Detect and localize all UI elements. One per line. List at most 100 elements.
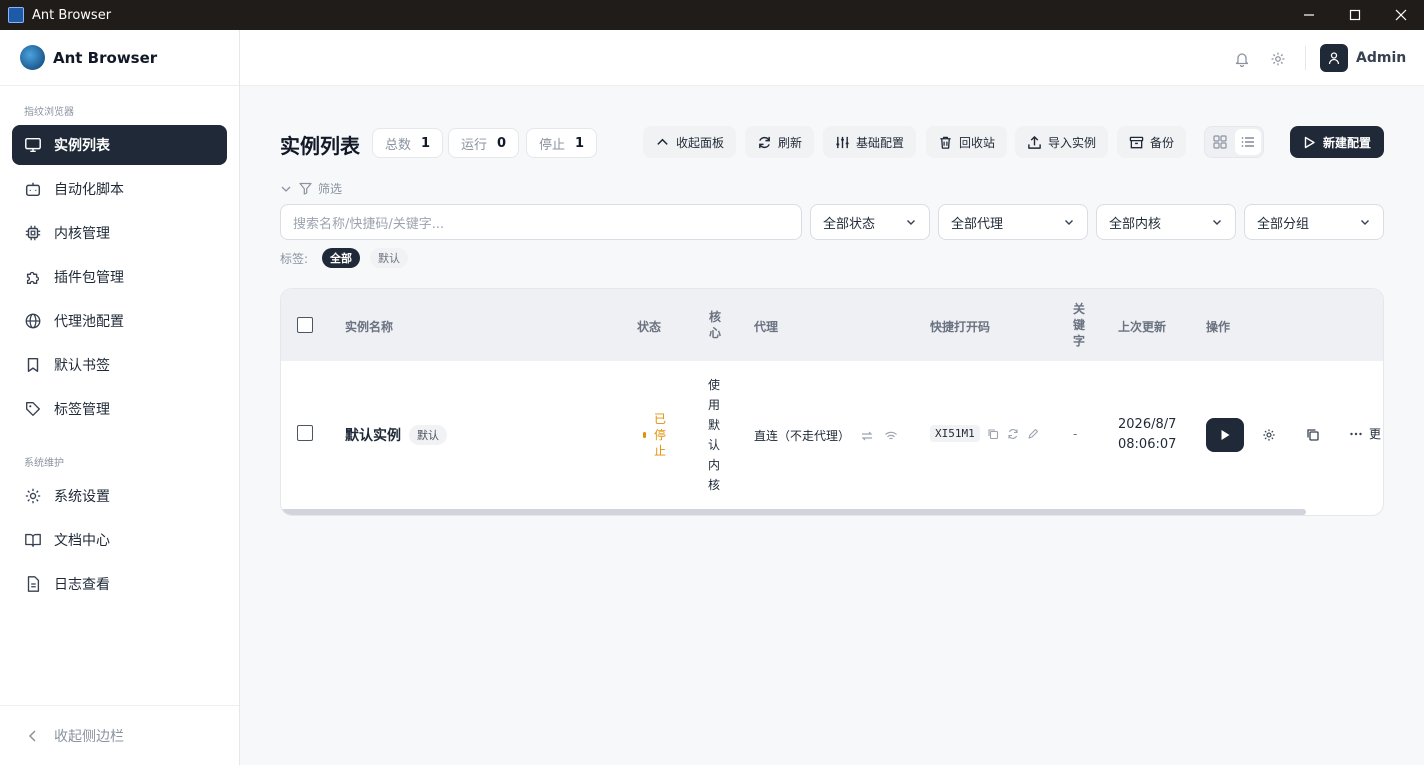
row-checkbox[interactable]: [297, 425, 313, 441]
sidebar-item-tags[interactable]: 标签管理: [12, 389, 227, 429]
instance-name[interactable]: 默认实例: [345, 425, 401, 445]
new-config-button[interactable]: 新建配置: [1290, 126, 1384, 158]
horizontal-scrollbar[interactable]: [281, 509, 1306, 515]
recycle-bin-button[interactable]: 回收站: [926, 126, 1008, 158]
proxy-select[interactable]: 全部代理: [938, 204, 1088, 240]
stat-value: 1: [575, 135, 585, 151]
select-value: 全部代理: [951, 216, 1004, 232]
collapse-panel-button[interactable]: 收起面板: [643, 126, 737, 158]
regenerate-icon[interactable]: [1007, 428, 1019, 440]
view-toggle: [1204, 126, 1264, 158]
col-core: 核心: [709, 310, 722, 340]
switch-proxy-icon[interactable]: [860, 429, 874, 443]
sidebar-item-label: 系统设置: [54, 489, 110, 505]
collapse-sidebar-label: 收起侧边栏: [54, 728, 124, 745]
select-value: 全部状态: [823, 216, 876, 232]
monitor-icon: [25, 137, 41, 153]
clone-button[interactable]: [1303, 425, 1323, 445]
sidebar-item-logs[interactable]: 日志查看: [12, 564, 227, 604]
sidebar-item-instances[interactable]: 实例列表: [12, 125, 227, 165]
sidebar-item-label: 标签管理: [54, 402, 110, 418]
instance-settings-button[interactable]: [1259, 425, 1279, 445]
title-bar: Ant Browser: [0, 0, 1424, 30]
launch-code: XI51M1: [930, 425, 980, 442]
upload-icon: [1028, 135, 1041, 149]
minimize-icon: [1304, 14, 1314, 16]
select-all-checkbox[interactable]: [297, 317, 313, 333]
archive-icon: [1129, 136, 1144, 148]
search-input[interactable]: 搜索名称/快捷码/关键字...: [280, 204, 802, 240]
fingerprint-logo-icon: [20, 45, 45, 70]
launch-button[interactable]: [1206, 418, 1244, 452]
maximize-button[interactable]: [1332, 0, 1378, 30]
chevron-down-icon: [907, 220, 915, 225]
sidebar-item-cores[interactable]: 内核管理: [12, 213, 227, 253]
edit-icon[interactable]: [1027, 428, 1039, 440]
collapse-sidebar-button[interactable]: 收起侧边栏: [0, 705, 239, 765]
stat-total: 总数 1: [372, 128, 444, 158]
button-label: 导入实例: [1048, 135, 1097, 150]
sidebar-item-label: 实例列表: [54, 138, 110, 154]
chevron-down-icon: [1213, 220, 1221, 225]
settings-button[interactable]: [1267, 48, 1289, 70]
grid-icon: [1213, 135, 1227, 149]
notifications-button[interactable]: [1231, 48, 1253, 70]
bookmark-icon: [27, 357, 39, 373]
wifi-icon[interactable]: [884, 429, 898, 443]
stat-running: 运行 0: [448, 128, 520, 158]
chevron-down-icon: [1361, 220, 1369, 225]
window-title: Ant Browser: [32, 7, 112, 23]
sliders-icon: [836, 136, 849, 148]
refresh-icon: [759, 136, 770, 148]
book-open-icon: [25, 533, 41, 547]
grid-view-button[interactable]: [1207, 129, 1233, 155]
gear-icon: [1263, 429, 1275, 441]
more-label: 更: [1369, 427, 1382, 441]
avatar: [1320, 44, 1348, 72]
user-menu[interactable]: Admin: [1320, 44, 1406, 72]
maximize-icon: [1349, 9, 1361, 21]
sidebar-item-label: 日志查看: [54, 577, 110, 593]
tag-chip-default[interactable]: 默认: [370, 248, 409, 268]
backup-button[interactable]: 备份: [1117, 126, 1187, 158]
sidebar-item-label: 默认书签: [54, 358, 110, 374]
more-button[interactable]: 更: [1349, 425, 1381, 442]
button-label: 收起面板: [676, 135, 725, 150]
top-header: Admin: [240, 30, 1424, 86]
sidebar-item-settings[interactable]: 系统设置: [12, 476, 227, 516]
file-text-icon: [27, 576, 40, 592]
core-select[interactable]: 全部内核: [1096, 204, 1236, 240]
tag-filter: 标签: 全部 默认: [280, 248, 409, 268]
filter-toggle[interactable]: 筛选: [280, 180, 342, 197]
sidebar-item-proxy-pool[interactable]: 代理池配置: [12, 301, 227, 341]
import-instance-button[interactable]: 导入实例: [1015, 126, 1109, 158]
sidebar-item-plugins[interactable]: 插件包管理: [12, 257, 227, 297]
button-label: 备份: [1150, 135, 1175, 150]
group-select[interactable]: 全部分组: [1244, 204, 1384, 240]
gear-icon: [25, 488, 41, 504]
close-button[interactable]: [1378, 0, 1424, 30]
updated-date: 2026/8/7: [1118, 417, 1177, 432]
core-text: 使用默认内核: [708, 378, 721, 492]
minimize-button[interactable]: [1286, 0, 1332, 30]
refresh-button[interactable]: 刷新: [745, 126, 815, 158]
section-title-browser: 指纹浏览器: [24, 107, 74, 118]
section-title-system: 系统维护: [24, 458, 64, 469]
sidebar-item-bookmarks[interactable]: 默认书签: [12, 345, 227, 385]
tags-label: 标签:: [280, 251, 309, 266]
button-label: 刷新: [778, 135, 803, 150]
list-view-button[interactable]: [1235, 129, 1261, 155]
sidebar-item-label: 文档中心: [54, 533, 110, 549]
proxy-text: 直连（不走代理）: [754, 429, 851, 443]
sidebar-item-label: 自动化脚本: [54, 182, 124, 198]
sidebar-item-scripts[interactable]: 自动化脚本: [12, 169, 227, 209]
status-select[interactable]: 全部状态: [810, 204, 930, 240]
tag-chip-all[interactable]: 全部: [322, 248, 361, 268]
trash-icon: [940, 136, 951, 149]
more-horizontal-icon: [1350, 432, 1362, 435]
sidebar-item-docs[interactable]: 文档中心: [12, 520, 227, 560]
col-actions: 操作: [1206, 320, 1231, 334]
basic-config-button[interactable]: 基础配置: [823, 126, 917, 158]
stat-value: 1: [421, 135, 431, 151]
copy-icon[interactable]: [987, 428, 999, 440]
